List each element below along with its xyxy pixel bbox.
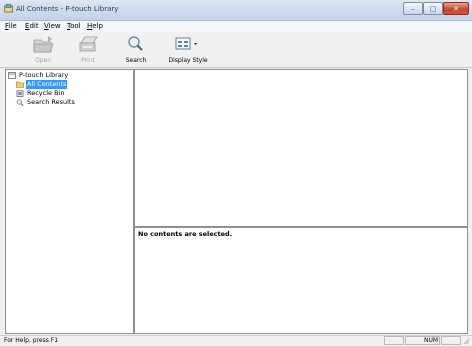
library-tree-pane[interactable]: P-touch Library All Contents Recycle Bin…	[5, 69, 134, 334]
print-button[interactable]: Print	[67, 33, 109, 67]
app-icon	[4, 4, 13, 13]
close-button[interactable]: ✕	[443, 2, 469, 15]
display-style-icon	[175, 37, 197, 50]
minimize-icon: –	[411, 5, 415, 13]
contents-info-pane[interactable]	[134, 227, 468, 334]
magnifier-icon	[128, 36, 143, 51]
menu-file[interactable]: File	[5, 22, 17, 30]
search-results-icon	[16, 99, 24, 106]
minimize-button[interactable]: –	[403, 2, 423, 15]
maximize-button[interactable]: ▢	[423, 2, 443, 15]
menu-edit[interactable]: Edit	[25, 22, 39, 30]
open-button[interactable]: Open	[22, 33, 64, 67]
window-title: All Contents - P-touch Library	[16, 5, 119, 13]
no-selection-message: No contents are selected.	[138, 230, 233, 238]
tree-item-search-results[interactable]: Search Results	[16, 98, 126, 107]
tree-item-label: Recycle Bin	[27, 89, 65, 97]
library-icon	[8, 72, 16, 79]
tree-item-label: Search Results	[27, 98, 75, 106]
display-style-label: Display Style	[168, 57, 208, 64]
folder-icon	[16, 81, 24, 88]
recycle-bin-icon	[16, 90, 24, 97]
open-folder-icon	[33, 36, 54, 53]
tree-root[interactable]: P-touch Library	[8, 71, 128, 80]
search-label: Search	[125, 57, 147, 64]
printer-icon	[79, 36, 98, 52]
maximize-icon: ▢	[429, 5, 437, 13]
tree-item-label: All Contents	[26, 80, 68, 89]
resize-grip-icon[interactable]	[462, 337, 470, 345]
display-style-button[interactable]: Display Style	[163, 33, 213, 67]
status-pane-scroll	[441, 336, 461, 345]
search-button[interactable]: Search	[115, 33, 157, 67]
num-lock-indicator: NUM	[424, 337, 439, 344]
tree-root-label: P-touch Library	[19, 71, 69, 79]
menu-view[interactable]: View	[44, 22, 61, 30]
contents-preview-pane[interactable]	[134, 69, 468, 227]
menu-tool[interactable]: Tool	[67, 22, 81, 30]
menu-help[interactable]: Help	[87, 22, 103, 30]
status-help-text: For Help, press F1	[4, 337, 59, 344]
tree-item-all-contents[interactable]: All Contents	[16, 80, 126, 89]
close-icon: ✕	[453, 5, 459, 13]
status-pane-caps	[384, 336, 404, 345]
tree-item-recycle-bin[interactable]: Recycle Bin	[16, 89, 126, 98]
print-label: Print	[81, 57, 95, 64]
